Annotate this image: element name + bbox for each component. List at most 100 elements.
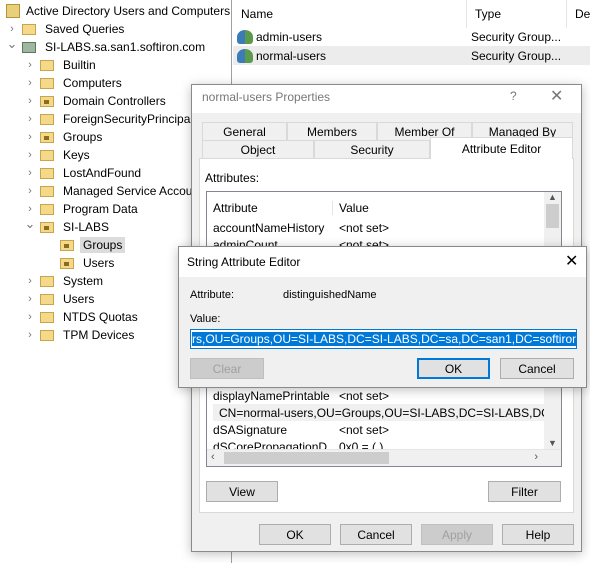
tree-item-label: Domain Controllers [63, 94, 166, 108]
tree-item[interactable]: › Computers [24, 74, 125, 92]
chevron-right-icon[interactable]: › [24, 203, 36, 215]
folder-icon [40, 77, 54, 89]
group-icon [237, 29, 253, 44]
tab-object[interactable]: Object [202, 140, 314, 158]
attribute-row[interactable]: displayNamePrintable <not set> [213, 387, 553, 404]
tree-item[interactable]: › Users [24, 290, 97, 308]
help-button[interactable]: Help [502, 524, 574, 545]
group-type: Security Group... [471, 48, 562, 63]
clear-button[interactable]: Clear [190, 358, 264, 379]
column-description[interactable]: Des [567, 0, 590, 28]
chevron-right-icon[interactable]: › [24, 329, 36, 341]
tree-root[interactable]: Active Directory Users and Computers [6, 2, 230, 20]
attribute-row[interactable]: dSASignature <not set> [213, 421, 553, 438]
folder-icon [40, 275, 54, 287]
tree-item-label: Computers [63, 76, 122, 90]
col-value[interactable]: Value [333, 201, 369, 215]
tree-item[interactable]: › LostAndFound [24, 164, 144, 182]
help-icon[interactable]: ? [510, 89, 517, 103]
folder-icon [22, 23, 36, 35]
chevron-right-icon[interactable]: › [6, 23, 18, 35]
col-attribute[interactable]: Attribute [213, 201, 333, 215]
value-label: Value: [190, 313, 221, 325]
attribute-value: <not set> [339, 220, 390, 235]
tree-item-label: Users [63, 292, 95, 306]
tree-item-label: SI-LABS.sa.san1.softiron.com [45, 40, 206, 54]
attribute-value: CN=normal-users,OU=Groups,OU=SI-LABS,DC=… [219, 405, 553, 420]
tab-members[interactable]: Members [287, 122, 377, 140]
horizontal-scrollbar[interactable]: ‹ › [207, 449, 561, 466]
domain-icon [22, 41, 36, 53]
column-name[interactable]: Name [233, 0, 467, 28]
chevron-down-icon[interactable]: ⌄ [24, 216, 36, 232]
group-name: admin-users [256, 29, 323, 44]
chevron-right-icon[interactable]: › [24, 95, 36, 107]
organizational-unit-icon [40, 221, 54, 233]
tab-attribute-editor[interactable]: Attribute Editor [430, 137, 573, 159]
close-icon[interactable]: ✕ [565, 251, 578, 271]
ok-button[interactable]: OK [259, 524, 331, 545]
filter-button[interactable]: Filter [488, 481, 561, 502]
tree-item-label: Program Data [63, 202, 138, 216]
value-input[interactable]: rs,OU=Groups,OU=SI-LABS,DC=SI-LABS,DC=sa… [190, 329, 577, 349]
tree-item[interactable]: › NTDS Quotas [24, 308, 141, 326]
column-type[interactable]: Type [467, 0, 567, 28]
tree-item[interactable]: Users [44, 254, 117, 272]
tab-general[interactable]: General [202, 122, 287, 140]
tab-security[interactable]: Security [314, 140, 430, 158]
folder-icon [40, 311, 54, 323]
attribute-name: dSASignature [213, 422, 288, 437]
tree-item[interactable]: ⌄ SI-LABS [24, 216, 112, 236]
chevron-down-icon[interactable]: ⌄ [6, 36, 18, 52]
folder-icon [40, 113, 54, 125]
tree-root-label: Active Directory Users and Computers [26, 4, 231, 18]
chevron-right-icon[interactable]: › [24, 131, 36, 143]
tree-item[interactable]: › Groups [24, 128, 105, 146]
tree-item[interactable]: Groups [44, 236, 126, 254]
tree-item[interactable]: › Builtin [24, 56, 99, 74]
editor-title: String Attribute Editor [187, 255, 301, 269]
close-icon[interactable]: ✕ [550, 86, 563, 106]
chevron-right-icon[interactable]: › [24, 185, 36, 197]
attribute-row[interactable]: accountNameHistory <not set> [213, 219, 553, 236]
editor-cancel-button[interactable]: Cancel [500, 358, 574, 379]
view-button[interactable]: View [206, 481, 278, 502]
tree-item[interactable]: › TPM Devices [24, 326, 137, 344]
chevron-right-icon[interactable]: › [24, 113, 36, 125]
chevron-right-icon[interactable]: › [24, 293, 36, 305]
chevron-right-icon[interactable]: › [24, 167, 36, 179]
list-row[interactable]: normal-users Security Group... [233, 46, 590, 65]
editor-ok-button[interactable]: OK [417, 358, 490, 379]
chevron-right-icon[interactable]: › [24, 59, 36, 71]
tree-item[interactable]: › Managed Service Accounts [24, 182, 211, 200]
chevron-right-icon[interactable]: › [24, 275, 36, 287]
attribute-label: Attribute: [190, 289, 235, 301]
list-row[interactable]: admin-users Security Group... [233, 27, 590, 46]
tree-item-label: NTDS Quotas [63, 310, 138, 324]
tree-item[interactable]: › ForeignSecurityPrincipals [24, 110, 202, 128]
tree-item[interactable]: ⌄ SI-LABS.sa.san1.softiron.com [6, 36, 208, 56]
tree-item[interactable]: › Program Data [24, 200, 141, 218]
attribute-row[interactable]: distinguishedNameCN=normal-users,OU=Grou… [213, 404, 553, 421]
tree-item-label: System [63, 274, 104, 288]
tree-item[interactable]: › Domain Controllers [24, 92, 169, 110]
folder-icon [40, 59, 54, 71]
string-attribute-editor: String Attribute Editor ✕ Attribute: dis… [178, 246, 587, 388]
chevron-right-icon[interactable]: › [24, 77, 36, 89]
cancel-button[interactable]: Cancel [340, 524, 412, 545]
tree-item[interactable]: › Keys [24, 146, 93, 164]
tree-item[interactable]: › System [24, 272, 106, 290]
folder-icon [40, 149, 54, 161]
tree-item-label: Builtin [63, 58, 96, 72]
organizational-unit-icon [40, 131, 54, 143]
apply-button[interactable]: Apply [421, 524, 493, 545]
attribute-name: displayNamePrintable [213, 388, 330, 403]
tree-item[interactable]: › Saved Queries [6, 20, 127, 38]
chevron-right-icon[interactable]: › [24, 311, 36, 323]
organizational-unit-icon [40, 95, 54, 107]
group-name: normal-users [256, 48, 327, 63]
tree-item-label: Groups [80, 237, 126, 253]
tree-item-label: Users [83, 256, 115, 270]
chevron-right-icon[interactable]: › [24, 149, 36, 161]
folder-icon [40, 329, 54, 341]
